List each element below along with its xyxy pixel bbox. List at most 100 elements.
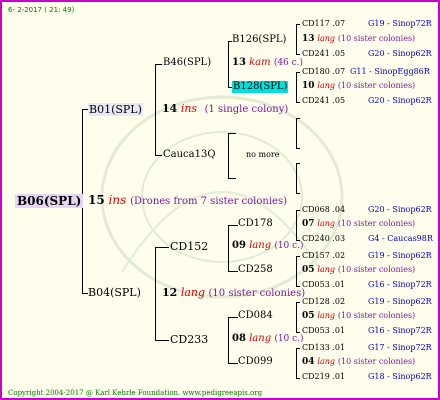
b126-note: (46 c.) bbox=[273, 58, 304, 68]
ancestor-row[interactable]: CD241 .05 bbox=[302, 97, 345, 105]
b126-kind: kam bbox=[249, 57, 271, 68]
ancestor-year: .03 bbox=[332, 234, 346, 243]
cauca-label[interactable]: Cauca13Q bbox=[163, 150, 216, 160]
b46-label[interactable]: B46(SPL) bbox=[163, 58, 211, 68]
connector bbox=[296, 148, 300, 149]
ancestor-ref: G20 - Sinop62R bbox=[368, 205, 432, 214]
cd233-info: 08 lang (10 c.) bbox=[232, 334, 304, 344]
root-note: (Drones from 7 sister colonies) bbox=[130, 196, 287, 207]
ancestor-id: CD053 bbox=[302, 280, 330, 289]
date-stamp: 6- 2-2017 ( 21: 49) bbox=[8, 6, 75, 14]
connector bbox=[155, 155, 162, 156]
cd258-label[interactable]: CD258 bbox=[238, 265, 273, 275]
cd152-note: (10 c.) bbox=[274, 241, 304, 251]
connector bbox=[296, 54, 300, 55]
sire-kind: ins bbox=[180, 102, 198, 115]
connector bbox=[228, 225, 238, 226]
ancestor-id: CD068 bbox=[302, 205, 330, 214]
ancestor-ref: G18 - Sinop62R bbox=[368, 372, 432, 381]
connector bbox=[228, 317, 229, 363]
sire-label[interactable]: B01(SPL) bbox=[88, 103, 143, 116]
ancestor-id: CD128 bbox=[302, 297, 330, 306]
ancestor-row[interactable]: CD128 .02 bbox=[302, 298, 345, 306]
progeny-kind: lang bbox=[317, 81, 336, 90]
sire-count: 14 bbox=[162, 102, 178, 115]
connector bbox=[296, 102, 300, 103]
b126-label[interactable]: B126(SPL) bbox=[232, 35, 286, 45]
connector bbox=[296, 348, 300, 349]
ancestor-row[interactable]: CD240 .03 bbox=[302, 235, 345, 243]
ancestor-id: CD219 bbox=[302, 372, 330, 381]
cd233-label[interactable]: CD233 bbox=[170, 334, 208, 345]
dam-count: 12 bbox=[162, 286, 178, 299]
cd233-count: 08 bbox=[232, 333, 246, 344]
sire-info: 14 ins (1 single colony) bbox=[162, 103, 288, 115]
cd233-kind: lang bbox=[249, 333, 272, 344]
ancestor-ref: G19 - Sinop72R bbox=[368, 19, 432, 28]
root-info: 15 ins (Drones from 7 sister colonies) bbox=[88, 194, 287, 207]
ancestor-row[interactable]: CD219 .01 bbox=[302, 373, 345, 381]
cd233-note: (10 c.) bbox=[274, 334, 304, 344]
ancestor-row[interactable]: CD117 .07 bbox=[302, 20, 345, 28]
connector bbox=[296, 210, 300, 211]
ancestor-year: .07 bbox=[332, 67, 346, 76]
cd084-label[interactable]: CD084 bbox=[238, 311, 273, 321]
connector bbox=[296, 118, 297, 148]
cd258-progeny-info: 05 lang (10 sister colonies) bbox=[302, 266, 415, 275]
connector bbox=[155, 340, 169, 341]
connector bbox=[296, 348, 297, 378]
ancestor-year: .05 bbox=[332, 49, 346, 58]
ancestor-row[interactable]: CD157 .02 bbox=[302, 252, 345, 260]
connector bbox=[155, 64, 156, 155]
connector bbox=[228, 41, 229, 87]
progeny-kind: lang bbox=[317, 357, 336, 366]
ancestor-year: .02 bbox=[332, 297, 346, 306]
ancestor-row[interactable]: CD053 .01 bbox=[302, 281, 345, 289]
connector bbox=[296, 72, 297, 102]
progeny-note: (10 sister colonies) bbox=[337, 357, 416, 366]
connector bbox=[296, 24, 300, 25]
cd099-label[interactable]: CD099 bbox=[238, 357, 273, 367]
connector bbox=[155, 64, 162, 65]
ancestor-ref: G20 - Sinop62R bbox=[368, 49, 432, 58]
progeny-count: 04 bbox=[302, 357, 315, 367]
root-queen-label[interactable]: B06(SPL) bbox=[15, 194, 84, 208]
connector bbox=[296, 302, 300, 303]
ancestor-year: .02 bbox=[332, 251, 346, 260]
ancestor-row[interactable]: CD241 .05 bbox=[302, 50, 345, 58]
ancestor-row[interactable]: CD053 .01 bbox=[302, 327, 345, 335]
cd099-progeny-info: 04 lang (10 sister colonies) bbox=[302, 358, 415, 367]
ancestor-ref: G20 - Sinop62R bbox=[368, 96, 432, 105]
connector bbox=[228, 271, 238, 272]
ancestor-row[interactable]: CD133 .01 bbox=[302, 344, 345, 352]
progeny-note: (10 sister colonies) bbox=[337, 81, 416, 90]
ancestor-id: CD117 bbox=[302, 19, 330, 28]
cd084-progeny-info: 05 lang (10 sister colonies) bbox=[302, 312, 415, 321]
connector bbox=[228, 225, 229, 271]
progeny-kind: lang bbox=[317, 311, 336, 320]
ancestor-id: CD180 bbox=[302, 67, 330, 76]
ancestor-id: CD241 bbox=[302, 96, 330, 105]
cd152-count: 09 bbox=[232, 240, 246, 251]
connector bbox=[296, 256, 297, 286]
ancestor-row[interactable]: CD180 .07 bbox=[302, 68, 345, 76]
b128-progeny-info: 10 lang (10 sister colonies) bbox=[302, 82, 415, 91]
ancestor-row[interactable]: CD068 .04 bbox=[302, 206, 345, 214]
ancestor-id: CD241 bbox=[302, 49, 330, 58]
connector bbox=[228, 363, 238, 364]
dam-label[interactable]: B04(SPL) bbox=[88, 287, 141, 298]
cd178-label[interactable]: CD178 bbox=[238, 219, 273, 229]
ancestor-id: CD053 bbox=[302, 326, 330, 335]
connector bbox=[296, 163, 297, 193]
b126-count: 13 bbox=[232, 57, 246, 68]
ancestor-year: .01 bbox=[332, 326, 346, 335]
b128-label[interactable]: B128(SPL) bbox=[232, 81, 289, 93]
progeny-kind: lang bbox=[317, 219, 336, 228]
b126-info: 13 kam (46 c.) bbox=[232, 58, 303, 68]
progeny-kind: lang bbox=[317, 34, 336, 43]
connector bbox=[155, 247, 169, 248]
connector bbox=[296, 72, 300, 73]
ancestor-year: .01 bbox=[332, 343, 346, 352]
cd152-label[interactable]: CD152 bbox=[170, 241, 208, 252]
connector bbox=[296, 332, 300, 333]
